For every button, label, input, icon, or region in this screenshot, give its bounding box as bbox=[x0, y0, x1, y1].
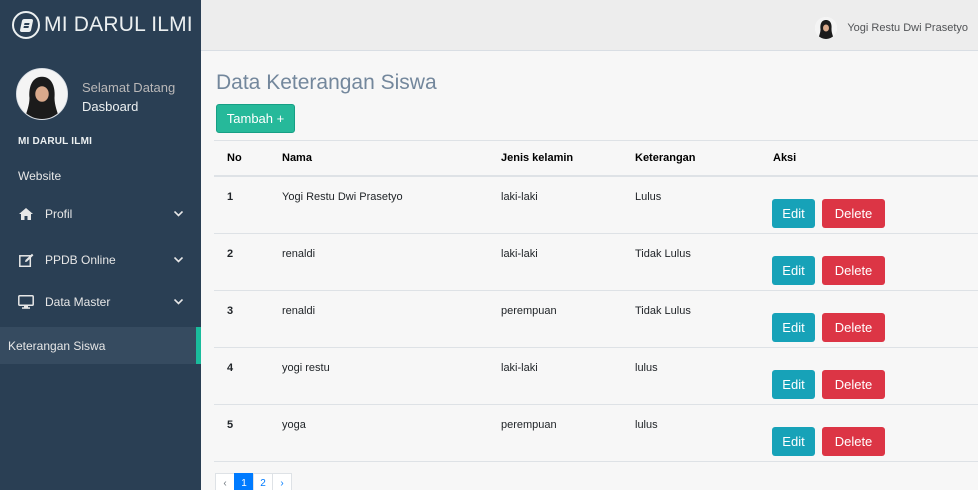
desktop-icon bbox=[18, 295, 34, 309]
cell-keterangan: Tidak Lulus bbox=[635, 248, 691, 260]
cell-nama: Yogi Restu Dwi Prasetyo bbox=[282, 191, 403, 203]
delete-button[interactable]: Delete bbox=[822, 370, 885, 399]
welcome-text: Selamat Datang bbox=[82, 80, 176, 95]
sidebar-item-website[interactable]: Website bbox=[0, 160, 201, 192]
cell-jenis-kelamin: perempuan bbox=[501, 419, 557, 431]
cell-nama: renaldi bbox=[282, 305, 316, 317]
chevron-down-icon bbox=[173, 209, 184, 220]
chevron-down-icon bbox=[173, 297, 184, 308]
delete-button[interactable]: Delete bbox=[822, 313, 885, 342]
sidebar-item-profil[interactable]: Profil bbox=[0, 198, 201, 230]
cell-no: 1 bbox=[227, 191, 234, 203]
cell-no: 5 bbox=[227, 419, 234, 431]
brand[interactable]: MI DARUL ILMI bbox=[0, 0, 201, 50]
cell-nama: yoga bbox=[282, 419, 306, 431]
sidebar-item-ppdb-online[interactable]: PPDB Online bbox=[0, 244, 201, 276]
table-row: 2 renaldi laki-laki Tidak Lulus Edit Del… bbox=[214, 234, 978, 291]
cell-jenis-kelamin: laki-laki bbox=[501, 248, 538, 260]
user-menu[interactable]: Yogi Restu Dwi Prasetyo bbox=[815, 17, 968, 39]
cell-jenis-kelamin: laki-laki bbox=[501, 191, 538, 203]
delete-button[interactable]: Delete bbox=[822, 427, 885, 456]
main-content: Data Keterangan Siswa Tambah + No Nama J… bbox=[201, 51, 978, 490]
book-icon bbox=[12, 11, 40, 39]
edit-icon bbox=[18, 253, 34, 267]
column-header-jenis-kelamin: Jenis kelamin bbox=[501, 152, 574, 164]
brand-title: MI DARUL ILMI bbox=[44, 13, 193, 36]
add-button[interactable]: Tambah + bbox=[216, 104, 295, 133]
pagination-page-1[interactable]: 1 bbox=[234, 473, 254, 490]
cell-no: 2 bbox=[227, 248, 234, 260]
cell-keterangan: lulus bbox=[635, 362, 658, 374]
chevron-down-icon bbox=[173, 255, 184, 266]
pagination: ‹ 1 2 › bbox=[215, 473, 292, 490]
avatar bbox=[815, 17, 838, 39]
edit-button[interactable]: Edit bbox=[772, 370, 815, 399]
table-row: 1 Yogi Restu Dwi Prasetyo laki-laki Lulu… bbox=[214, 177, 978, 234]
column-header-no: No bbox=[227, 152, 242, 164]
edit-button[interactable]: Edit bbox=[772, 199, 815, 228]
sidebar-item-label: PPDB Online bbox=[45, 253, 116, 267]
delete-button[interactable]: Delete bbox=[822, 256, 885, 285]
sidebar-item-label: Keterangan Siswa bbox=[8, 338, 106, 353]
sidebar-profile: Selamat Datang Dasboard bbox=[0, 62, 201, 132]
edit-button[interactable]: Edit bbox=[772, 427, 815, 456]
cell-jenis-kelamin: laki-laki bbox=[501, 362, 538, 374]
sidebar-section-title: MI DARUL ILMI bbox=[18, 136, 93, 147]
sidebar-item-label: Website bbox=[18, 169, 62, 183]
column-header-aksi: Aksi bbox=[773, 152, 797, 164]
sidebar-item-label: Data Master bbox=[45, 295, 111, 309]
delete-button[interactable]: Delete bbox=[822, 199, 885, 228]
table-row: 4 yogi restu laki-laki lulus Edit Delete bbox=[214, 348, 978, 405]
data-table: No Nama Jenis kelamin Keterangan Aksi 1 … bbox=[214, 140, 978, 462]
home-icon bbox=[18, 207, 34, 221]
cell-keterangan: lulus bbox=[635, 419, 658, 431]
table-row: 3 renaldi perempuan Tidak Lulus Edit Del… bbox=[214, 291, 978, 348]
sidebar-item-label: Profil bbox=[45, 207, 73, 221]
cell-jenis-kelamin: perempuan bbox=[501, 305, 557, 317]
table-header: No Nama Jenis kelamin Keterangan Aksi bbox=[214, 140, 978, 177]
cell-keterangan: Tidak Lulus bbox=[635, 305, 691, 317]
sidebar-item-data-master[interactable]: Data Master bbox=[0, 286, 201, 318]
profile-name: Dasboard bbox=[82, 99, 139, 114]
column-header-keterangan: Keterangan bbox=[635, 152, 696, 164]
avatar bbox=[16, 68, 68, 120]
cell-no: 3 bbox=[227, 305, 234, 317]
column-header-nama: Nama bbox=[282, 152, 312, 164]
cell-nama: renaldi bbox=[282, 248, 316, 260]
pagination-next[interactable]: › bbox=[272, 473, 292, 490]
sidebar: MI DARUL ILMI Selamat Datang Dasboard MI… bbox=[0, 0, 201, 490]
sidebar-item-keterangan-siswa[interactable]: Keterangan Siswa bbox=[0, 327, 201, 364]
pagination-prev[interactable]: ‹ bbox=[215, 473, 235, 490]
top-navbar: Yogi Restu Dwi Prasetyo bbox=[201, 0, 978, 51]
user-name: Yogi Restu Dwi Prasetyo bbox=[847, 22, 968, 34]
pagination-page-2[interactable]: 2 bbox=[253, 473, 273, 490]
table-row: 5 yoga perempuan lulus Edit Delete bbox=[214, 405, 978, 462]
page-title: Data Keterangan Siswa bbox=[216, 71, 437, 94]
edit-button[interactable]: Edit bbox=[772, 256, 815, 285]
cell-keterangan: Lulus bbox=[635, 191, 662, 203]
edit-button[interactable]: Edit bbox=[772, 313, 815, 342]
cell-no: 4 bbox=[227, 362, 234, 374]
cell-nama: yogi restu bbox=[282, 362, 330, 374]
